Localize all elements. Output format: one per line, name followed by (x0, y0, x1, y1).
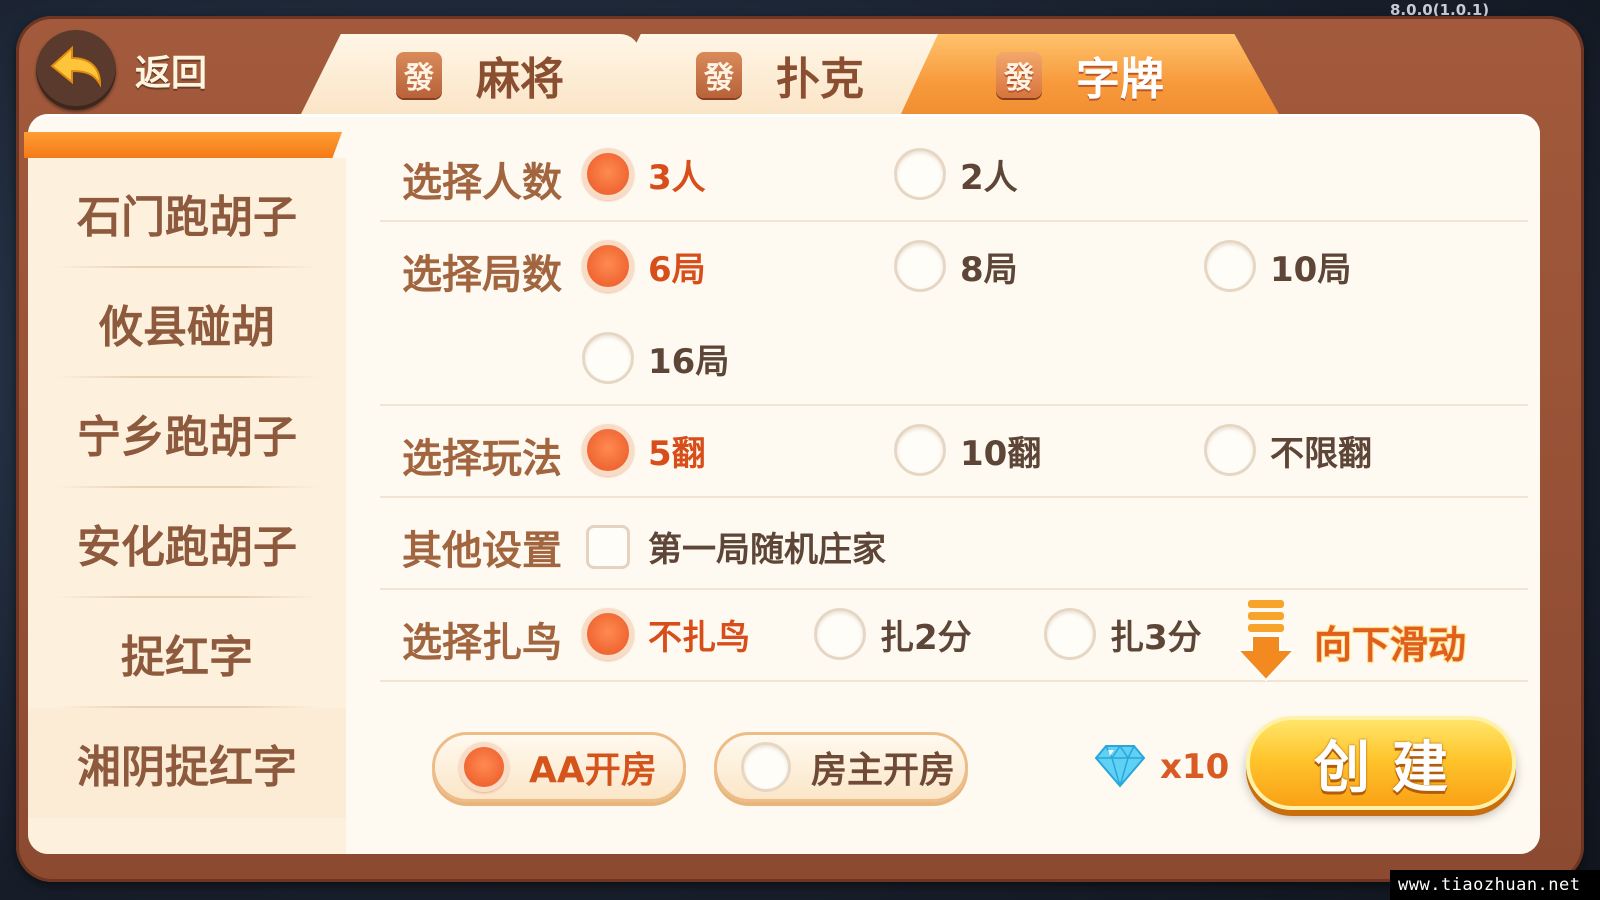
radio (1204, 424, 1256, 476)
sidebar-item-label: 宁乡跑胡子 (77, 412, 297, 463)
radio (894, 148, 946, 200)
option-label: 5翻 (648, 433, 706, 474)
players-row: 选择人数 3人 2人 (380, 130, 1528, 222)
row-label: 选择玩法 (402, 436, 562, 482)
option-rounds-8[interactable]: 8局 (894, 240, 1018, 292)
option-mode-5[interactable]: 5翻 (582, 424, 706, 476)
sidebar-item-label: 安化跑胡子 (77, 522, 297, 573)
option-label: 8局 (960, 249, 1018, 290)
sidebar-item[interactable]: 攸县碰胡 (28, 268, 346, 378)
option-label: 扎3分 (1110, 617, 1202, 658)
radio-selected (582, 608, 634, 660)
sidebar-item-label: 湘阴捉红字 (77, 742, 297, 793)
option-mode-10[interactable]: 10翻 (894, 424, 1041, 476)
back-arrow-icon (48, 44, 104, 96)
sidebar-item[interactable]: 捉红字 (28, 598, 346, 708)
mode-row: 选择玩法 5翻 10翻 不限翻 (380, 406, 1528, 498)
option-mode-unlimited[interactable]: 不限翻 (1204, 424, 1372, 476)
tab-poker[interactable]: 發 扑克 (600, 34, 940, 116)
option-label: AA开房 (529, 750, 657, 791)
sidebar-item-label: 捉红字 (121, 632, 253, 683)
tab-zipai[interactable]: 發 字牌 (900, 34, 1280, 116)
option-label: 3人 (648, 157, 706, 198)
option-rounds-16[interactable]: 16局 (582, 332, 729, 384)
radio (582, 332, 634, 384)
create-button[interactable]: 创建 (1246, 716, 1516, 810)
option-rounds-6[interactable]: 6局 (582, 240, 706, 292)
rounds-row: 选择局数 6局 8局 10局 16局 (380, 222, 1528, 406)
fa-tile-icon: 發 (696, 52, 742, 98)
checkbox (586, 524, 630, 569)
tab-label: 字牌 (1076, 54, 1164, 105)
game-category-tabs: 發 麻将 發 扑克 發 字牌 (300, 34, 1300, 116)
option-label: 16局 (648, 341, 730, 382)
sidebar-item[interactable]: 安化跑胡子 (28, 488, 346, 598)
option-rounds-10[interactable]: 10局 (1204, 240, 1351, 292)
option-bird-2[interactable]: 扎2分 (814, 608, 972, 660)
tab-mahjong[interactable]: 發 麻将 (300, 34, 640, 116)
option-players-2[interactable]: 2人 (894, 148, 1018, 200)
tab-label: 扑克 (776, 54, 864, 105)
aa-room-option[interactable]: AA开房 (432, 732, 686, 802)
diamond-icon (1094, 742, 1146, 792)
option-bird-3[interactable]: 扎3分 (1044, 608, 1202, 660)
radio-selected (459, 742, 509, 792)
option-label: 不扎鸟 (648, 617, 750, 658)
other-settings-row: 其他设置 第一局随机庄家 (380, 498, 1528, 590)
sidebar-item-label: 攸县碰胡 (99, 302, 275, 353)
sidebar-item[interactable]: 宁乡跑胡子 (28, 378, 346, 488)
option-label: 2人 (960, 157, 1018, 198)
watermark: www.tiaozhuan.net (1390, 870, 1600, 900)
radio-selected (582, 240, 634, 292)
radio (1204, 240, 1256, 292)
cost-amount: x10 (1160, 747, 1230, 787)
radio-selected (582, 424, 634, 476)
radio (1044, 608, 1096, 660)
row-label: 选择局数 (402, 252, 562, 298)
option-label: 扎2分 (880, 617, 972, 658)
sidebar-item-label: 石门跑胡子 (77, 192, 297, 243)
fa-tile-icon: 發 (396, 52, 442, 98)
radio-selected (582, 148, 634, 200)
option-players-3[interactable]: 3人 (582, 148, 706, 200)
room-cost: x10 (1094, 742, 1229, 792)
sidebar-item-selected[interactable]: 湘阴捉红字 (28, 708, 346, 818)
option-label: 不限翻 (1270, 433, 1372, 474)
option-label: 房主开房 (811, 750, 956, 791)
game-list-sidebar: 石门跑胡子 攸县碰胡 宁乡跑胡子 安化跑胡子 捉红字 湘阴捉红字 (28, 158, 346, 854)
back-button[interactable] (36, 30, 116, 110)
option-bird-none[interactable]: 不扎鸟 (582, 608, 750, 660)
row-label: 选择人数 (402, 160, 562, 206)
option-label: 10翻 (960, 433, 1042, 474)
scroll-hint-label: 向下滑动 (1313, 622, 1467, 668)
sidebar-top-bar (24, 132, 342, 158)
radio (894, 240, 946, 292)
radio (741, 742, 791, 792)
tab-label: 麻将 (476, 54, 564, 105)
fa-tile-icon: 發 (996, 52, 1042, 98)
scroll-down-hint: 向下滑动 (1234, 598, 1484, 682)
option-label: 第一局随机庄家 (648, 530, 886, 570)
radio (814, 608, 866, 660)
back-label[interactable]: 返回 (135, 44, 207, 96)
option-label: 6局 (648, 249, 706, 290)
row-label: 其他设置 (402, 528, 562, 574)
option-label: 10局 (1270, 249, 1352, 290)
sidebar-item[interactable]: 石门跑胡子 (28, 158, 346, 268)
row-label: 选择扎鸟 (402, 620, 562, 666)
host-room-option[interactable]: 房主开房 (714, 732, 968, 802)
option-random-dealer[interactable]: 第一局随机庄家 (586, 522, 886, 571)
down-arrow-icon (1235, 600, 1297, 682)
radio (894, 424, 946, 476)
